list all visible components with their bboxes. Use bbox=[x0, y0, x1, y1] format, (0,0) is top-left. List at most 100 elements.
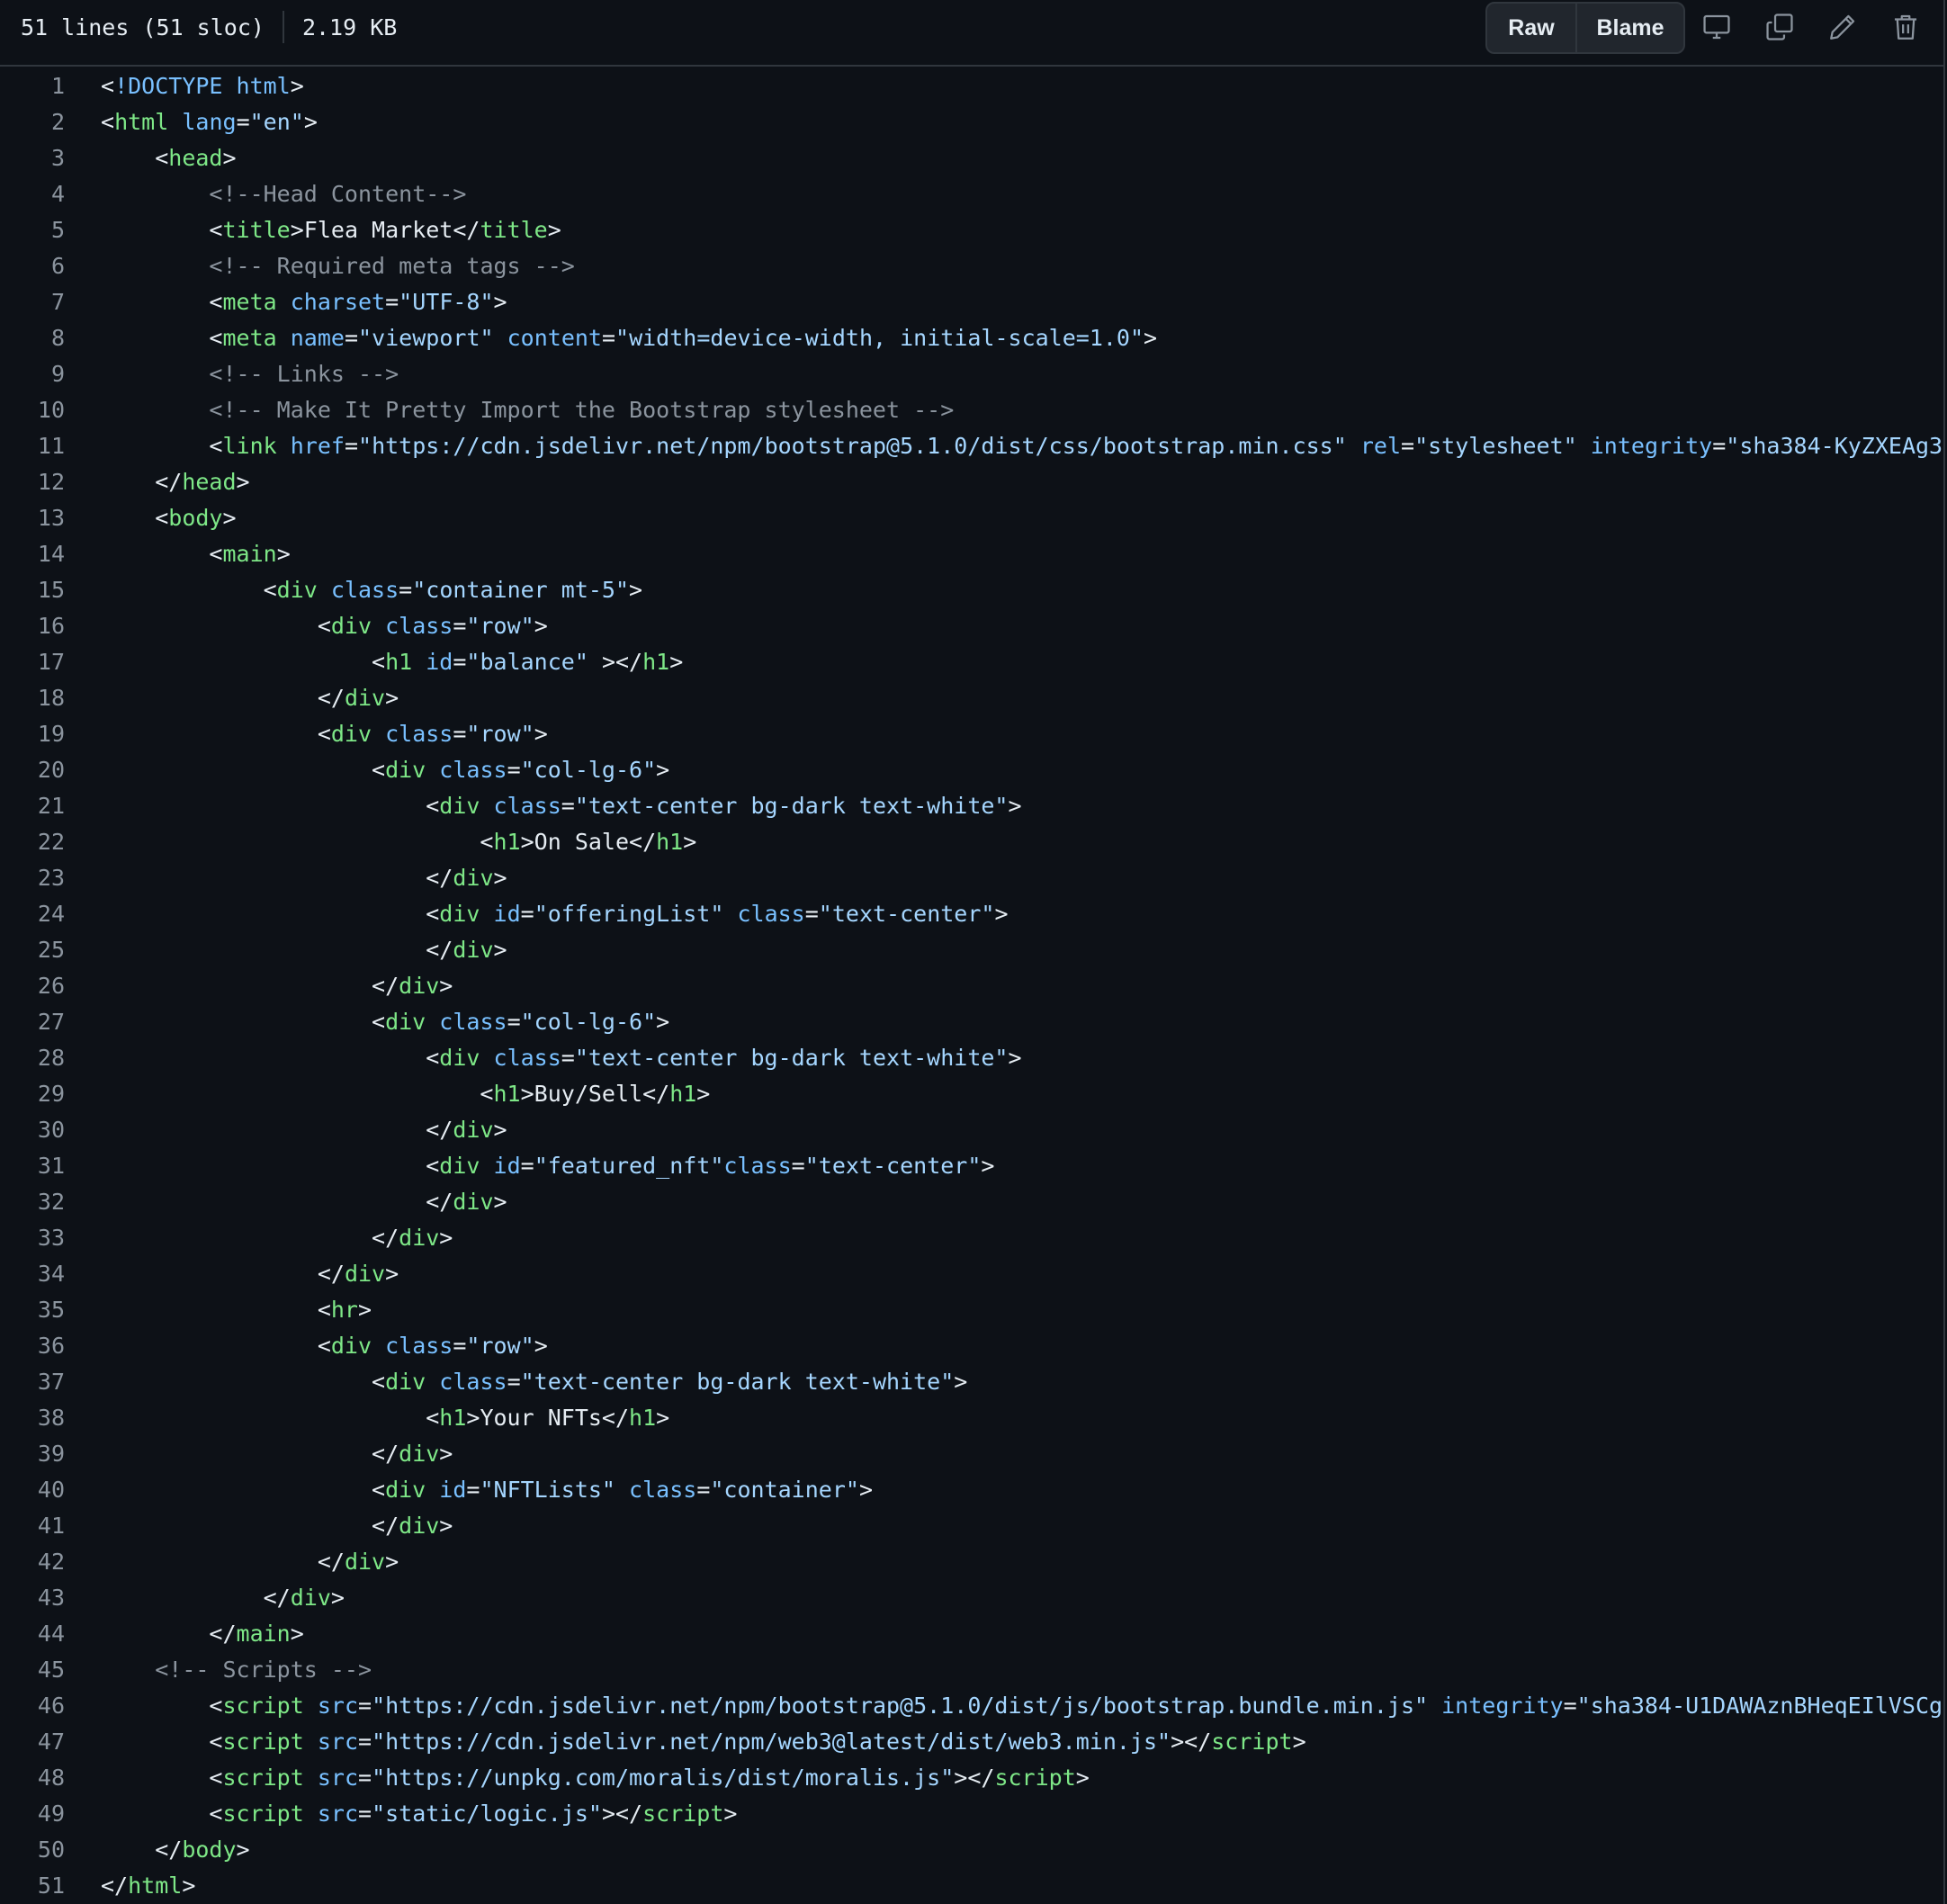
line-number[interactable]: 43 bbox=[0, 1580, 65, 1616]
code-token: < bbox=[101, 1477, 386, 1503]
line-number[interactable]: 6 bbox=[0, 248, 65, 284]
line-number[interactable]: 35 bbox=[0, 1292, 65, 1328]
line-number[interactable]: 44 bbox=[0, 1616, 65, 1652]
code-token: < bbox=[101, 1369, 386, 1395]
line-number[interactable]: 10 bbox=[0, 392, 65, 428]
line-number[interactable]: 39 bbox=[0, 1436, 65, 1472]
line-number[interactable]: 46 bbox=[0, 1688, 65, 1724]
code-token: > bbox=[954, 1369, 968, 1395]
code-line: 24 <div id="offeringList" class="text-ce… bbox=[0, 896, 1943, 932]
code-token: div bbox=[385, 1477, 426, 1503]
line-number[interactable]: 26 bbox=[0, 968, 65, 1004]
line-number[interactable]: 51 bbox=[0, 1868, 65, 1904]
line-number[interactable]: 38 bbox=[0, 1400, 65, 1436]
line-number[interactable]: 19 bbox=[0, 716, 65, 752]
code-token: > bbox=[439, 973, 453, 999]
line-number[interactable]: 9 bbox=[0, 356, 65, 392]
display-icon[interactable] bbox=[1697, 7, 1736, 47]
line-number[interactable]: 30 bbox=[0, 1112, 65, 1148]
line-number[interactable]: 40 bbox=[0, 1472, 65, 1508]
code-line: 13 <body> bbox=[0, 500, 1943, 536]
line-number[interactable]: 32 bbox=[0, 1184, 65, 1220]
code-token: </ bbox=[101, 1549, 345, 1575]
code-token: > bbox=[493, 1117, 507, 1143]
code-line: 51 </html> bbox=[0, 1868, 1943, 1904]
code-token: "static/logic.js" bbox=[372, 1801, 602, 1827]
blame-button[interactable]: Blame bbox=[1577, 4, 1683, 52]
raw-button[interactable]: Raw bbox=[1487, 4, 1577, 52]
code-token: > bbox=[182, 1873, 196, 1899]
line-number[interactable]: 4 bbox=[0, 176, 65, 212]
copy-icon[interactable] bbox=[1760, 7, 1799, 47]
line-number[interactable]: 20 bbox=[0, 752, 65, 788]
code-token: hr bbox=[330, 1297, 358, 1323]
line-number[interactable]: 41 bbox=[0, 1508, 65, 1544]
line-number[interactable]: 49 bbox=[0, 1796, 65, 1832]
line-number[interactable]: 29 bbox=[0, 1076, 65, 1112]
code-token: "https://cdn.jsdelivr.net/npm/bootstrap@… bbox=[372, 1693, 1429, 1719]
code-token: = bbox=[520, 901, 534, 927]
line-number[interactable]: 24 bbox=[0, 896, 65, 932]
code-token: script bbox=[994, 1765, 1076, 1791]
code-text: <main> bbox=[101, 536, 290, 572]
code-token: div bbox=[399, 1225, 440, 1251]
line-number[interactable]: 33 bbox=[0, 1220, 65, 1256]
line-number[interactable]: 17 bbox=[0, 644, 65, 680]
line-number[interactable]: 21 bbox=[0, 788, 65, 824]
code-text: <div class="row"> bbox=[101, 608, 548, 644]
code-line: 26 </div> bbox=[0, 968, 1943, 1004]
line-number[interactable]: 18 bbox=[0, 680, 65, 716]
line-number[interactable]: 8 bbox=[0, 320, 65, 356]
line-number[interactable]: 15 bbox=[0, 572, 65, 608]
code-token: > bbox=[330, 1585, 345, 1611]
line-number[interactable]: 11 bbox=[0, 428, 65, 464]
trash-icon[interactable] bbox=[1886, 7, 1925, 47]
code-text: <h1 id="balance" ></h1> bbox=[101, 644, 683, 680]
line-number[interactable]: 12 bbox=[0, 464, 65, 500]
line-number[interactable]: 47 bbox=[0, 1724, 65, 1760]
code-token: charset bbox=[290, 289, 386, 315]
code-token: > bbox=[656, 1009, 670, 1035]
line-number[interactable]: 22 bbox=[0, 824, 65, 860]
code-token: > bbox=[439, 1441, 453, 1467]
line-number[interactable]: 3 bbox=[0, 140, 65, 176]
code-token: > bbox=[385, 1549, 399, 1575]
line-number[interactable]: 2 bbox=[0, 104, 65, 140]
line-number[interactable]: 27 bbox=[0, 1004, 65, 1040]
line-number[interactable]: 14 bbox=[0, 536, 65, 572]
code-token: script bbox=[222, 1729, 304, 1755]
line-number[interactable]: 37 bbox=[0, 1364, 65, 1400]
code-token: div bbox=[330, 721, 372, 747]
line-number[interactable]: 13 bbox=[0, 500, 65, 536]
line-number[interactable]: 45 bbox=[0, 1652, 65, 1688]
line-number[interactable]: 1 bbox=[0, 68, 65, 104]
line-number[interactable]: 23 bbox=[0, 860, 65, 896]
code-token: > bbox=[385, 1261, 399, 1287]
code-token: script bbox=[222, 1765, 304, 1791]
code-token: class bbox=[493, 793, 561, 819]
line-number[interactable]: 5 bbox=[0, 212, 65, 248]
line-number[interactable]: 42 bbox=[0, 1544, 65, 1580]
code-text: <script src="https://cdn.jsdelivr.net/np… bbox=[101, 1724, 1305, 1760]
line-number[interactable]: 25 bbox=[0, 932, 65, 968]
line-number[interactable]: 28 bbox=[0, 1040, 65, 1076]
line-number[interactable]: 16 bbox=[0, 608, 65, 644]
line-number[interactable]: 7 bbox=[0, 284, 65, 320]
line-number[interactable]: 31 bbox=[0, 1148, 65, 1184]
line-number[interactable]: 48 bbox=[0, 1760, 65, 1796]
line-number[interactable]: 34 bbox=[0, 1256, 65, 1292]
code-line: 11 <link href="https://cdn.jsdelivr.net/… bbox=[0, 428, 1943, 464]
pencil-icon[interactable] bbox=[1823, 7, 1862, 47]
code-token: div bbox=[439, 793, 480, 819]
line-number[interactable]: 36 bbox=[0, 1328, 65, 1364]
code-line: 28 <div class="text-center bg-dark text-… bbox=[0, 1040, 1943, 1076]
code-text: <div class="row"> bbox=[101, 1328, 548, 1364]
file-viewer: 51 lines (51 sloc) 2.19 KB Raw Blame 1 <… bbox=[0, 0, 1945, 1904]
line-number[interactable]: 50 bbox=[0, 1832, 65, 1868]
code-line: 8 <meta name="viewport" content="width=d… bbox=[0, 320, 1943, 356]
